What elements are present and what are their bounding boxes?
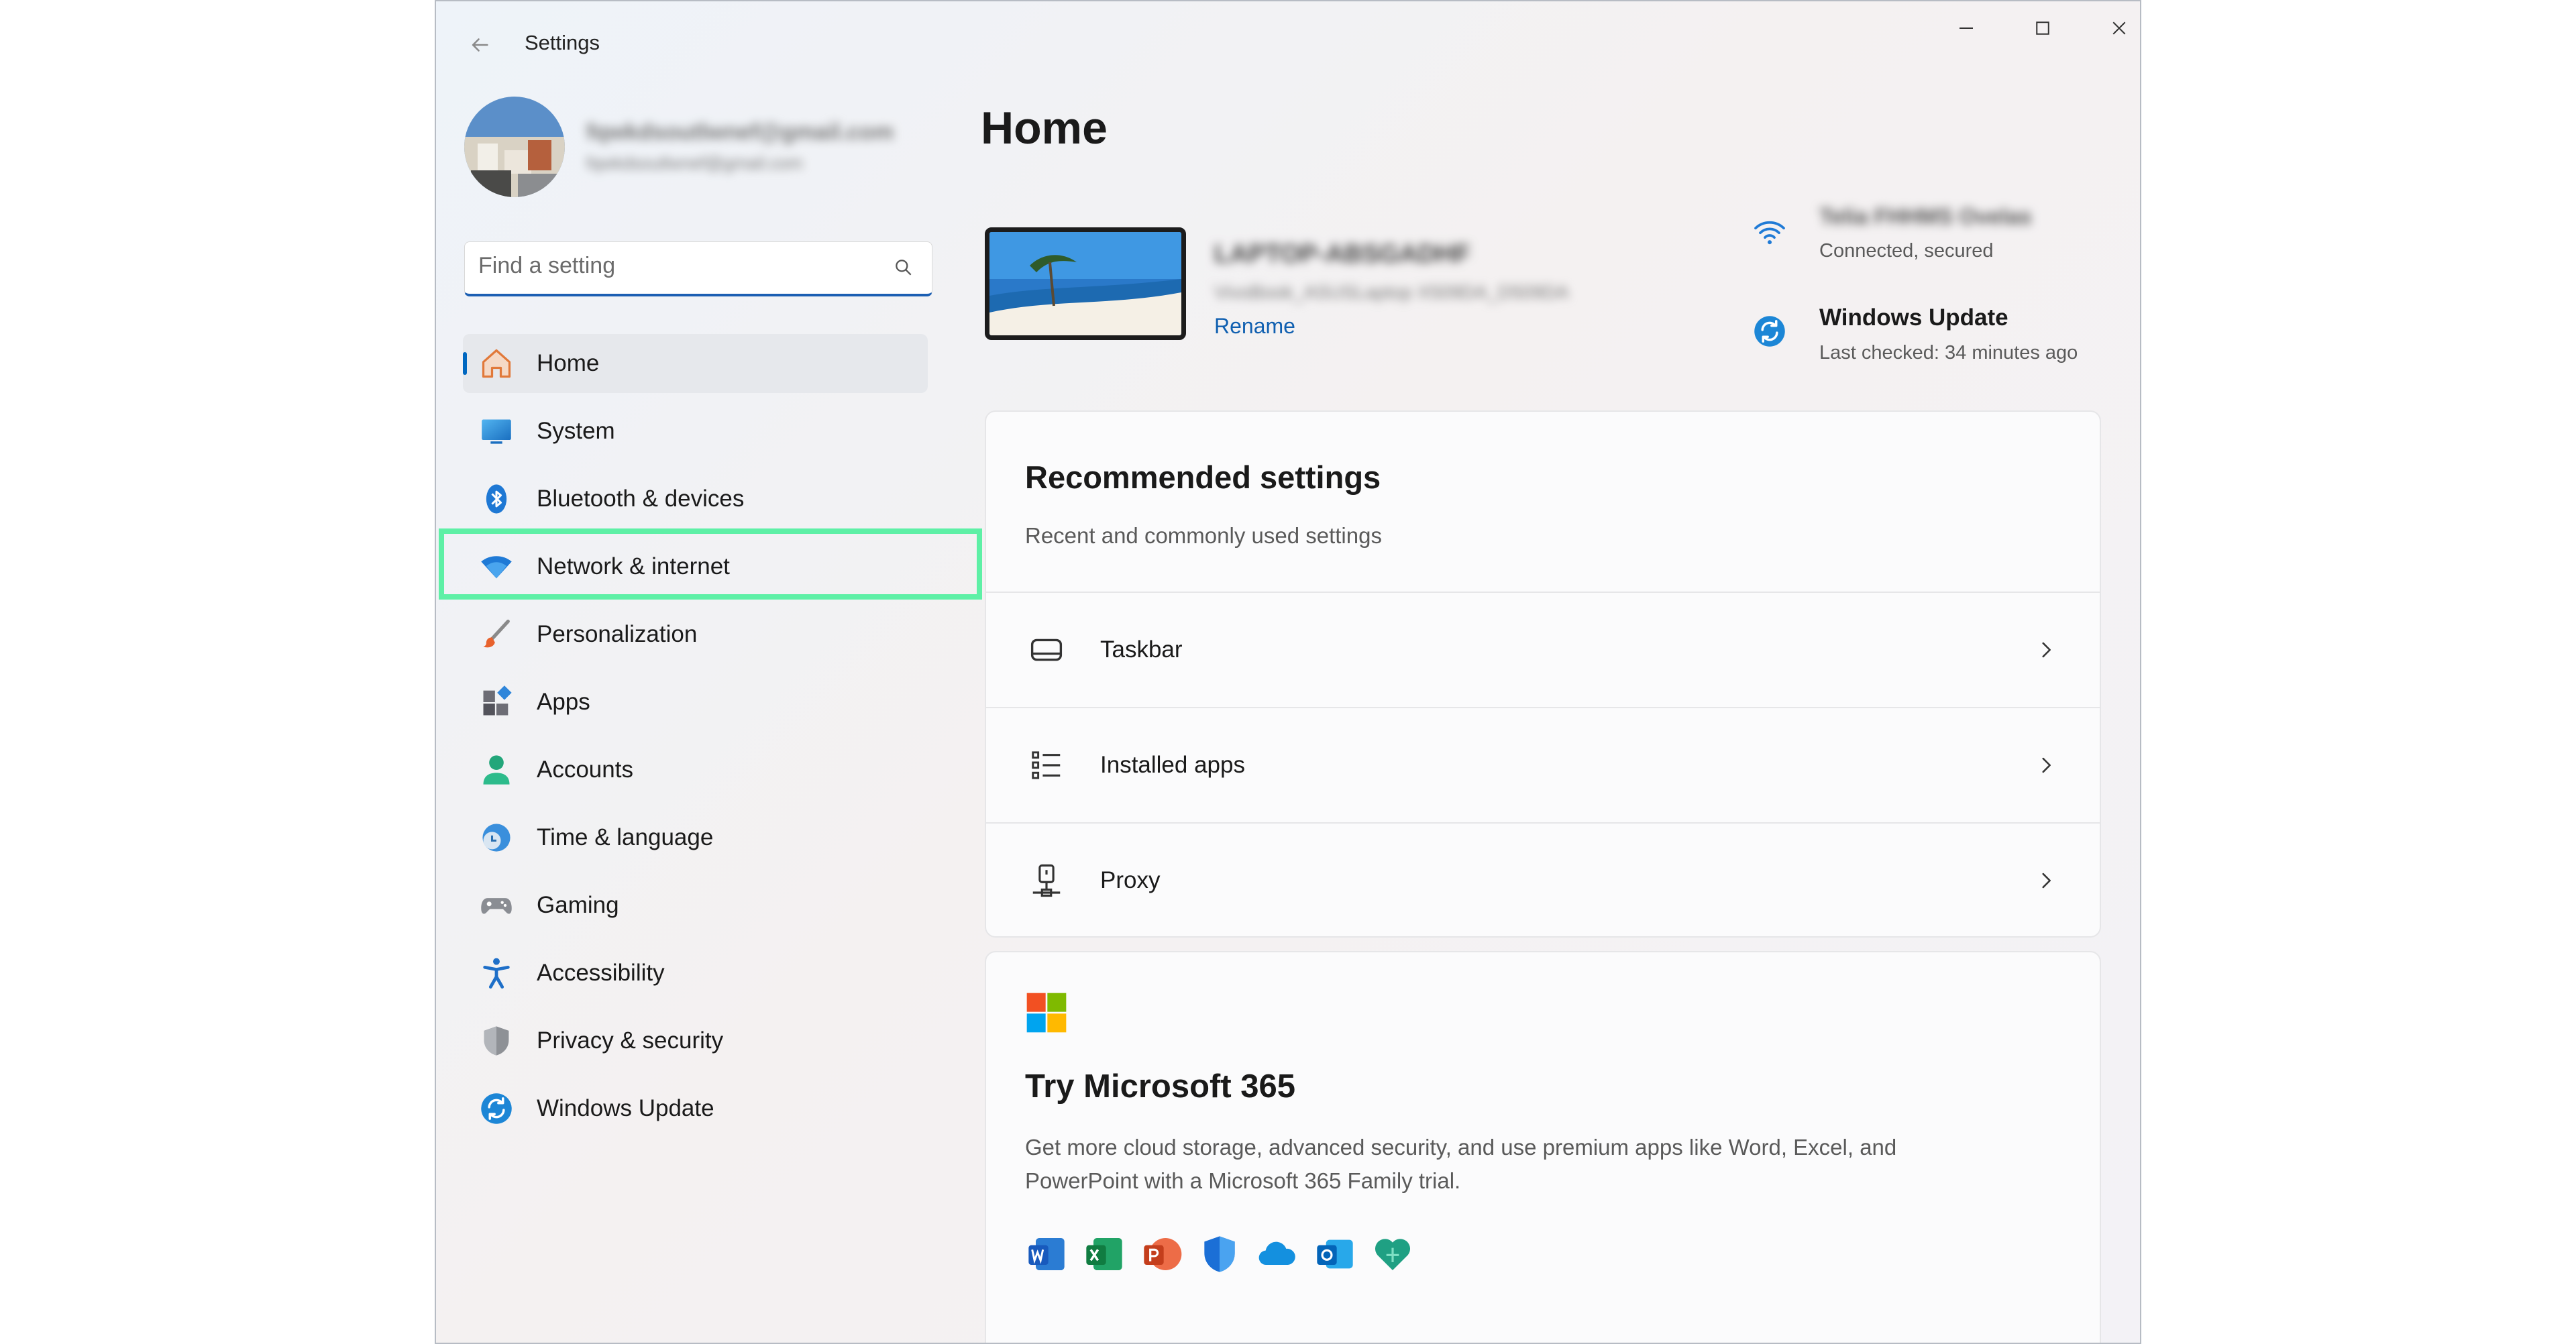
search-box[interactable] (464, 241, 932, 296)
windows-update-detail: Last checked: 34 minutes ago (1819, 342, 2078, 363)
rename-link[interactable]: Rename (1214, 314, 1295, 339)
recommended-title: Recommended settings (1025, 459, 1381, 495)
recommended-item-proxy[interactable]: Proxy (986, 822, 2100, 938)
system-icon (476, 411, 517, 451)
sidebar-item-time-language[interactable]: Time & language (463, 808, 928, 867)
list-icon (1026, 745, 1067, 785)
onedrive-icon (1256, 1233, 1299, 1276)
recommended-item-taskbar[interactable]: Taskbar (986, 592, 2100, 707)
sidebar-item-label: Personalization (537, 621, 698, 647)
user-email: fqwkdsoutlwnef@gmail.com (586, 153, 803, 173)
close-icon (2112, 21, 2126, 35)
maximize-button[interactable] (2019, 8, 2066, 48)
device-wallpaper[interactable] (985, 227, 1186, 340)
gamepad-icon (476, 885, 517, 926)
sidebar-item-windows-update[interactable]: Windows Update (463, 1079, 928, 1138)
accessibility-icon (476, 953, 517, 993)
apps-icon (476, 682, 517, 722)
sidebar-item-label: Apps (537, 689, 590, 715)
proxy-icon (1026, 860, 1067, 901)
minimize-icon (1960, 27, 1973, 29)
wifi-status-icon (1751, 213, 1788, 251)
accounts-icon (476, 750, 517, 790)
update-icon (476, 1088, 517, 1129)
sidebar-item-label: Accessibility (537, 960, 665, 986)
word-icon (1025, 1233, 1068, 1276)
m365-title: Try Microsoft 365 (1025, 1068, 1296, 1105)
windows-update-title[interactable]: Windows Update (1819, 304, 2008, 331)
powerpoint-icon (1140, 1233, 1183, 1276)
settings-window: Settings fqwkdsoutlwnef@gmail.com fqwkds… (435, 0, 2141, 1344)
sidebar-item-label: Home (537, 350, 600, 376)
avatar[interactable] (464, 97, 565, 197)
sidebar-item-accessibility[interactable]: Accessibility (463, 944, 928, 1003)
recommended-item-installed-apps[interactable]: Installed apps (986, 707, 2100, 822)
m365-description-line2: PowerPoint with a Microsoft 365 Family t… (1025, 1168, 1461, 1193)
recommended-item-label: Installed apps (1100, 752, 1245, 778)
back-button[interactable] (463, 28, 496, 62)
clock-icon (476, 818, 517, 858)
search-input[interactable] (465, 242, 867, 289)
sidebar-item-bluetooth[interactable]: Bluetooth & devices (463, 469, 928, 528)
recommended-item-label: Taskbar (1100, 636, 1183, 663)
outlook-icon (1313, 1233, 1356, 1276)
sidebar-item-home[interactable]: Home (463, 334, 928, 393)
maximize-icon (2036, 21, 2049, 35)
microsoft-365-card: Try Microsoft 365 Get more cloud storage… (985, 951, 2101, 1343)
m365-description-line1: Get more cloud storage, advanced securit… (1025, 1135, 1897, 1160)
sidebar-item-system[interactable]: System (463, 402, 928, 461)
excel-icon (1083, 1233, 1126, 1276)
shield-icon (476, 1021, 517, 1061)
defender-icon (1198, 1233, 1241, 1276)
home-icon (476, 343, 517, 384)
device-name: LAPTOP-ABSGADHF (1214, 240, 1470, 268)
brush-icon (476, 614, 517, 655)
chevron-right-icon (2033, 867, 2059, 894)
sidebar-item-label: Bluetooth & devices (537, 486, 745, 512)
sidebar-item-label: Windows Update (537, 1095, 714, 1121)
highlight-box (439, 528, 982, 600)
avatar-photo-icon (464, 97, 565, 197)
sidebar-item-personalization[interactable]: Personalization (463, 605, 928, 664)
selection-indicator (463, 352, 467, 375)
sidebar-item-label: System (537, 418, 615, 444)
sidebar-item-privacy[interactable]: Privacy & security (463, 1011, 928, 1070)
close-button[interactable] (2096, 8, 2140, 48)
recommended-settings-card: Recommended settings Recent and commonly… (985, 410, 2101, 938)
recommended-subtitle: Recent and commonly used settings (1025, 523, 1382, 548)
sidebar-item-label: Gaming (537, 892, 619, 918)
search-icon[interactable] (893, 257, 914, 278)
sidebar-item-accounts[interactable]: Accounts (463, 740, 928, 799)
m365-app-icons (1025, 1233, 1429, 1276)
minimize-button[interactable] (1943, 8, 1990, 48)
chevron-right-icon (2033, 752, 2059, 779)
sidebar-item-label: Privacy & security (537, 1027, 724, 1054)
sidebar-item-label: Time & language (537, 824, 714, 850)
recommended-item-label: Proxy (1100, 867, 1161, 893)
taskbar-icon (1026, 630, 1067, 670)
window-title: Settings (525, 31, 600, 54)
sidebar-item-gaming[interactable]: Gaming (463, 876, 928, 935)
device-model: VivoBook_ASUSLaptop X509DA_D509DA (1214, 282, 1569, 302)
windows-update-status-icon (1752, 314, 1787, 349)
microsoft-logo-icon (1025, 991, 1068, 1034)
wifi-status-text: Connected, secured (1819, 240, 1994, 262)
wallpaper-beach-icon (989, 232, 1181, 335)
sidebar-item-label: Accounts (537, 757, 633, 783)
back-arrow-icon (472, 38, 488, 52)
user-name: fqwkdsoutlwnef@gmail.com (586, 119, 894, 145)
chevron-right-icon (2033, 636, 2059, 663)
bluetooth-icon (476, 479, 517, 519)
family-icon (1371, 1233, 1414, 1276)
page-title: Home (981, 103, 1108, 154)
wifi-network-name: Telia FHHMS Ovelas (1819, 204, 2032, 229)
sidebar-item-apps[interactable]: Apps (463, 673, 928, 732)
